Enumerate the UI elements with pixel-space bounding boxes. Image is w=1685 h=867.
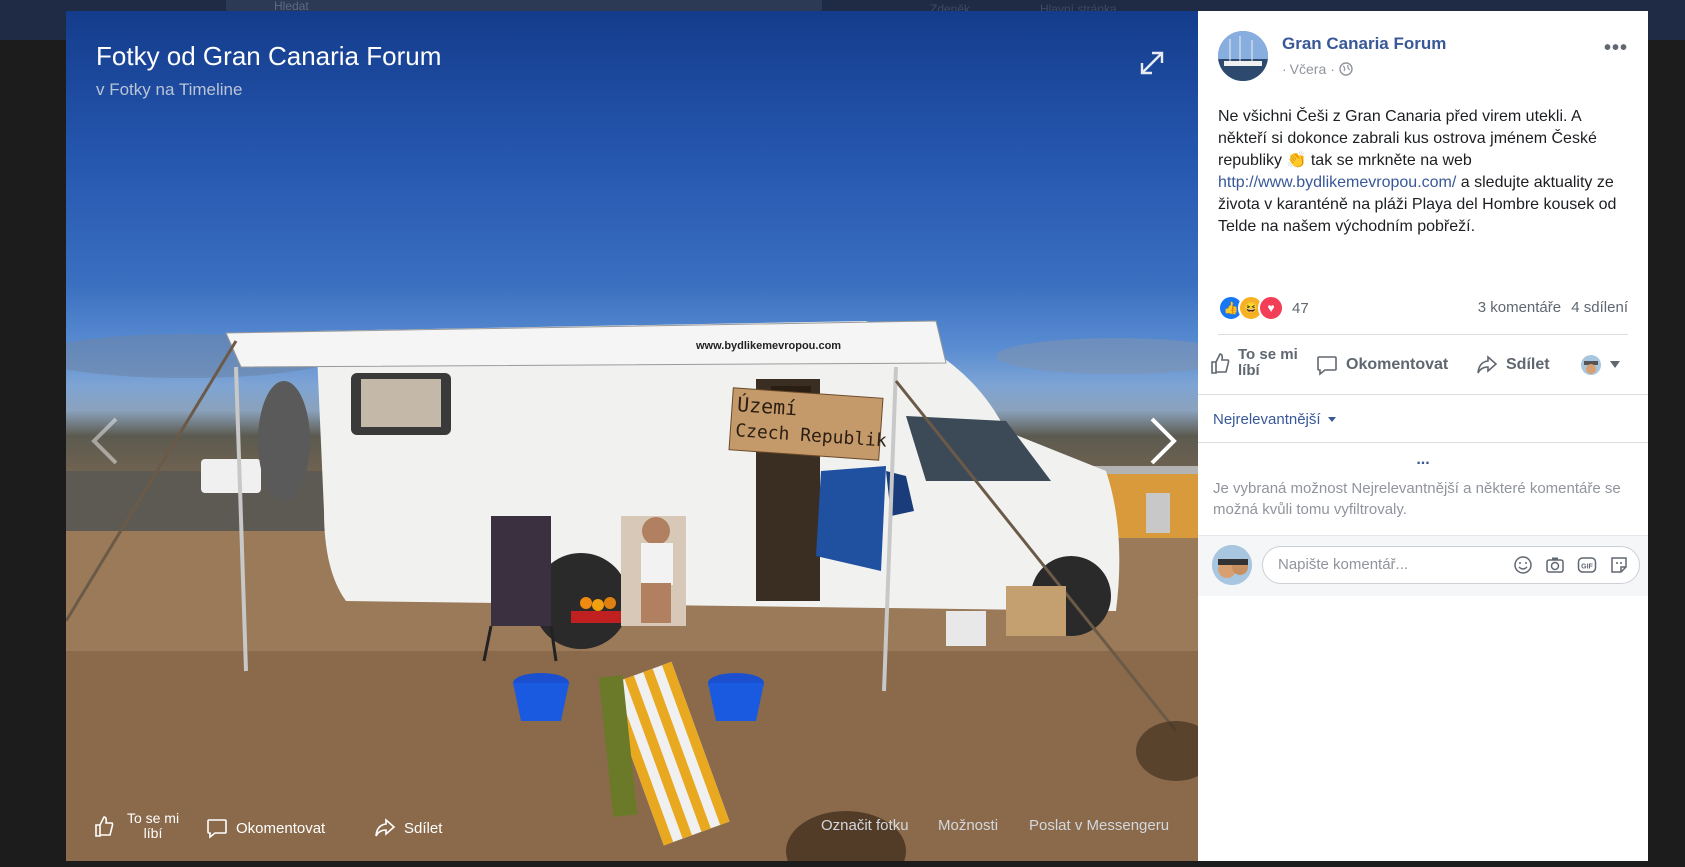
send-messenger-link[interactable]: Poslat v Messengeru (1029, 817, 1169, 834)
page-avatar[interactable] (1218, 31, 1268, 81)
post-link[interactable]: http://www.bydlikemevropou.com/ (1218, 174, 1456, 191)
photo-comment-label: Okomentovat (236, 819, 326, 837)
comment-composer: Napište komentář... GIF (1198, 535, 1648, 596)
post-text-part1: Ne všichni Češi z Gran Canaria před vire… (1218, 108, 1597, 169)
camera-icon[interactable] (1545, 555, 1565, 575)
comments-count-link[interactable]: 3 komentáře (1478, 299, 1561, 316)
share-icon (1477, 355, 1498, 374)
share-label: Sdílet (1506, 356, 1550, 373)
user-avatar[interactable] (1212, 545, 1252, 585)
love-reaction-icon: ♥ (1258, 295, 1284, 321)
expand-icon[interactable] (1138, 49, 1166, 77)
photo-title: Fotky od Gran Canaria Forum (96, 41, 442, 71)
comment-share-counts: 3 komentáře 4 sdílení (1478, 299, 1628, 316)
comment-button[interactable]: Okomentovat (1316, 354, 1448, 376)
post-text: Ne všichni Češi z Gran Canaria před vire… (1218, 106, 1630, 238)
like-icon (95, 816, 114, 837)
chevron-down-icon (1610, 361, 1620, 368)
divider (1198, 394, 1648, 395)
divider (1218, 334, 1628, 335)
divider (1198, 442, 1648, 443)
like-label: To se mi líbí (1238, 346, 1298, 379)
share-icon (375, 818, 396, 837)
chevron-left-icon[interactable] (90, 415, 120, 467)
filter-note: Je vybraná možnost Nejrelevantnější a ně… (1213, 480, 1621, 518)
comment-label: Okomentovat (1346, 356, 1449, 373)
photo-comment-button[interactable]: Okomentovat (206, 817, 325, 839)
photo-share-button[interactable]: Sdílet (374, 817, 442, 839)
load-more-dots[interactable]: ... (1198, 451, 1648, 469)
profile-avatar-icon (1581, 355, 1601, 375)
tag-photo-link[interactable]: Označit fotku (821, 817, 909, 834)
post-meta: · Včera · (1282, 61, 1353, 77)
comment-icon (207, 819, 227, 839)
reactions-summary[interactable]: 👍 😆 ♥ 47 (1218, 295, 1309, 321)
more-options-icon[interactable]: ••• (1604, 37, 1628, 60)
photo-like-label: To se mi líbí (126, 810, 180, 841)
photo-action-bar: To se mi líbí Okomentovat Sdílet Označit… (66, 797, 1198, 861)
comment-input-icons: GIF (1513, 555, 1629, 575)
gif-icon[interactable]: GIF (1577, 555, 1597, 575)
comment-icon (1317, 356, 1337, 376)
share-button[interactable]: Sdílet (1476, 354, 1550, 376)
post-as-selector[interactable] (1580, 354, 1628, 376)
sticker-icon[interactable] (1609, 555, 1629, 575)
comment-sort-dropdown[interactable]: Nejrelevantnější (1213, 411, 1336, 428)
post-panel: Gran Canaria Forum · Včera · ••• Ne všic… (1198, 11, 1648, 861)
sort-label: Nejrelevantnější (1213, 411, 1321, 428)
sign-text-line1: Území (736, 392, 798, 420)
campervan-photo: Území Czech Republik www.bydlikemevropou… (66, 320, 1198, 861)
svg-text:GIF: GIF (1581, 564, 1593, 571)
chevron-down-icon (1327, 417, 1336, 423)
post-time[interactable]: Včera (1290, 61, 1327, 77)
reaction-count: 47 (1292, 299, 1309, 317)
photo-like-button[interactable]: To se mi líbí (94, 811, 184, 841)
album-link[interactable]: v Fotky na Timeline (96, 80, 242, 100)
options-link[interactable]: Možnosti (938, 817, 998, 834)
awning-text: www.bydlikemevropou.com (695, 340, 841, 352)
chevron-right-icon[interactable] (1148, 415, 1178, 467)
photo-viewer: Území Czech Republik www.bydlikemevropou… (66, 11, 1198, 861)
page-name-link[interactable]: Gran Canaria Forum (1282, 34, 1446, 54)
comment-placeholder: Napište komentář... (1278, 556, 1409, 573)
like-icon (1211, 353, 1230, 374)
comment-input[interactable]: Napište komentář... GIF (1262, 546, 1640, 584)
emoji-icon[interactable] (1513, 555, 1533, 575)
globe-icon (1339, 62, 1353, 76)
post-action-bar: To se mi líbí Okomentovat Sdílet (1210, 341, 1628, 389)
photo-share-label: Sdílet (404, 819, 443, 837)
like-button[interactable]: To se mi líbí (1210, 347, 1308, 379)
shares-count-link[interactable]: 4 sdílení (1571, 299, 1628, 316)
